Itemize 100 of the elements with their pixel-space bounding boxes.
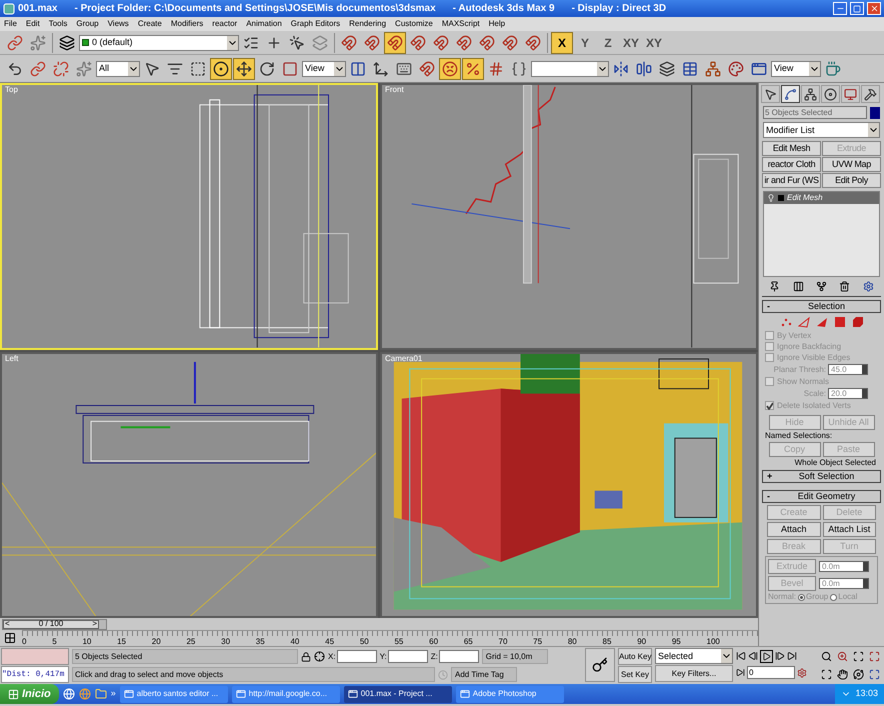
menu-item[interactable]: Rendering: [349, 20, 386, 28]
menu-item[interactable]: Animation: [246, 20, 282, 28]
menu-item[interactable]: Edit: [26, 20, 40, 28]
menu-item[interactable]: reactor: [212, 20, 238, 28]
play-button[interactable]: [760, 650, 773, 662]
zoom-icon[interactable]: [821, 650, 832, 662]
modifier-button[interactable]: UVW Map: [822, 157, 881, 172]
rollout-header[interactable]: - Edit Geometry: [762, 490, 881, 503]
go-to-start-icon[interactable]: [736, 651, 746, 661]
zoom-extents-all-icon[interactable]: [869, 650, 880, 662]
time-slider-thumb[interactable]: < 0 / 100 >: [3, 620, 99, 628]
folder-icon[interactable]: [94, 688, 107, 700]
menu-item[interactable]: Modifiers: [170, 20, 204, 28]
set-key-mode-button[interactable]: Set Key: [618, 666, 652, 683]
modifier-button[interactable]: Edit Mesh: [762, 141, 821, 156]
element-icon[interactable]: [852, 316, 864, 328]
coordinate-field[interactable]: [388, 650, 428, 663]
axis-constraint-button[interactable]: XY: [643, 32, 666, 54]
command-tab[interactable]: [781, 85, 800, 103]
globe-icon[interactable]: [78, 688, 91, 700]
menu-item[interactable]: File: [4, 20, 17, 28]
menu-item[interactable]: MAXScript: [442, 20, 480, 28]
time-ruler[interactable]: 0 5 10 15 20 25 30 35 40 45 50 55 60 65 70 75 80 85 90 95 100: [22, 630, 758, 646]
modifier-list-dropdown[interactable]: Modifier List: [763, 122, 880, 138]
rollout-header[interactable]: - Selection: [762, 300, 881, 313]
selection-filter-dropdown[interactable]: All: [96, 60, 140, 76]
render-type-dropdown[interactable]: View: [771, 60, 821, 76]
layer-dropdown[interactable]: 0 (default): [79, 34, 239, 50]
command-tab[interactable]: [841, 85, 860, 103]
modifier-button[interactable]: reactor Cloth: [762, 157, 821, 172]
axis-constraint-button[interactable]: Y: [574, 32, 596, 54]
time-slider-track[interactable]: < 0 / 100 >: [2, 618, 107, 630]
time-tag-field[interactable]: Add Time Tag: [451, 667, 517, 682]
browser-icon[interactable]: [62, 688, 75, 700]
minimize-button[interactable]: [833, 2, 847, 15]
command-tab[interactable]: [821, 85, 840, 103]
coordinate-system-dropdown[interactable]: View: [302, 60, 346, 76]
menu-item[interactable]: Customize: [395, 20, 433, 28]
menu-item[interactable]: Help: [488, 20, 506, 28]
pan-icon[interactable]: [837, 669, 848, 680]
taskbar-button[interactable]: alberto santos editor ...: [120, 686, 228, 702]
crosshair-icon[interactable]: [314, 651, 325, 662]
object-name-field[interactable]: 5 Objects Selected: [763, 106, 867, 119]
toolbar-button[interactable]: [233, 58, 255, 80]
modifier-button[interactable]: ir and Fur (WS: [762, 173, 821, 188]
menu-item[interactable]: Graph Editors: [290, 20, 340, 28]
coordinate-field[interactable]: [438, 650, 479, 663]
toolbar-button[interactable]: [210, 58, 232, 80]
panel-button[interactable]: Attach: [767, 522, 820, 537]
menu-item[interactable]: Create: [138, 20, 162, 28]
menu-item[interactable]: Views: [108, 20, 129, 28]
go-to-end-icon[interactable]: [787, 651, 797, 661]
fork-icon[interactable]: [816, 281, 827, 292]
axis-constraint-button[interactable]: XY: [620, 32, 642, 54]
rollout-header[interactable]: + Soft Selection: [762, 470, 881, 483]
radio-button[interactable]: [830, 594, 838, 600]
command-tab[interactable]: [761, 85, 780, 103]
listener-input-field[interactable]: [1, 648, 69, 665]
next-frame-icon[interactable]: [775, 651, 785, 661]
polygon-icon[interactable]: [834, 316, 846, 328]
auto-key-button[interactable]: Auto Key: [618, 648, 652, 665]
vertex-icon[interactable]: [780, 316, 792, 328]
taskbar-button[interactable]: Adobe Photoshop: [456, 686, 564, 702]
menu-item[interactable]: Group: [76, 20, 99, 28]
face-icon[interactable]: [816, 316, 828, 328]
panel-button[interactable]: Attach List: [822, 522, 876, 537]
previous-frame-icon[interactable]: [748, 651, 758, 661]
coordinate-field[interactable]: [336, 650, 377, 663]
trash-icon[interactable]: [839, 281, 850, 292]
lock-icon[interactable]: [301, 652, 311, 662]
taskbar-button[interactable]: http://mail.google.co...: [232, 686, 340, 702]
axis-constraint-button[interactable]: X: [551, 32, 573, 54]
zoom-extents-icon[interactable]: [853, 650, 864, 662]
modifier-button[interactable]: Edit Poly: [822, 173, 881, 188]
pin-icon[interactable]: [769, 281, 780, 292]
edge-icon[interactable]: [798, 316, 810, 328]
columns-icon[interactable]: [792, 281, 804, 292]
settings-icon[interactable]: [862, 281, 874, 292]
taskbar-button[interactable]: 001.max - Project ...: [344, 686, 452, 702]
key-mode-icon[interactable]: [736, 668, 745, 677]
more-toggle[interactable]: »: [110, 687, 116, 701]
region-zoom-icon[interactable]: [821, 669, 832, 680]
close-button[interactable]: [867, 2, 881, 15]
track-bar-icon[interactable]: [4, 632, 16, 644]
set-key-button[interactable]: [585, 648, 615, 682]
modifier-stack-item[interactable]: Edit Mesh: [764, 192, 879, 204]
lightbulb-icon[interactable]: [767, 194, 775, 202]
layers-icon[interactable]: [59, 34, 75, 50]
key-set-dropdown[interactable]: Selected: [655, 648, 733, 664]
radio-button[interactable]: [798, 594, 806, 600]
key-filters-button[interactable]: Key Filters...: [655, 665, 733, 682]
maximize-button[interactable]: [850, 2, 864, 15]
axis-constraint-button[interactable]: Z: [597, 32, 619, 54]
command-tab[interactable]: [801, 85, 820, 103]
time-config-icon[interactable]: [797, 668, 807, 678]
object-color-swatch[interactable]: [870, 106, 880, 118]
command-tab[interactable]: [861, 85, 880, 103]
zoom-all-icon[interactable]: [837, 650, 848, 662]
named-selection-dropdown[interactable]: [531, 60, 609, 76]
maximize-viewport-icon[interactable]: [869, 669, 880, 680]
